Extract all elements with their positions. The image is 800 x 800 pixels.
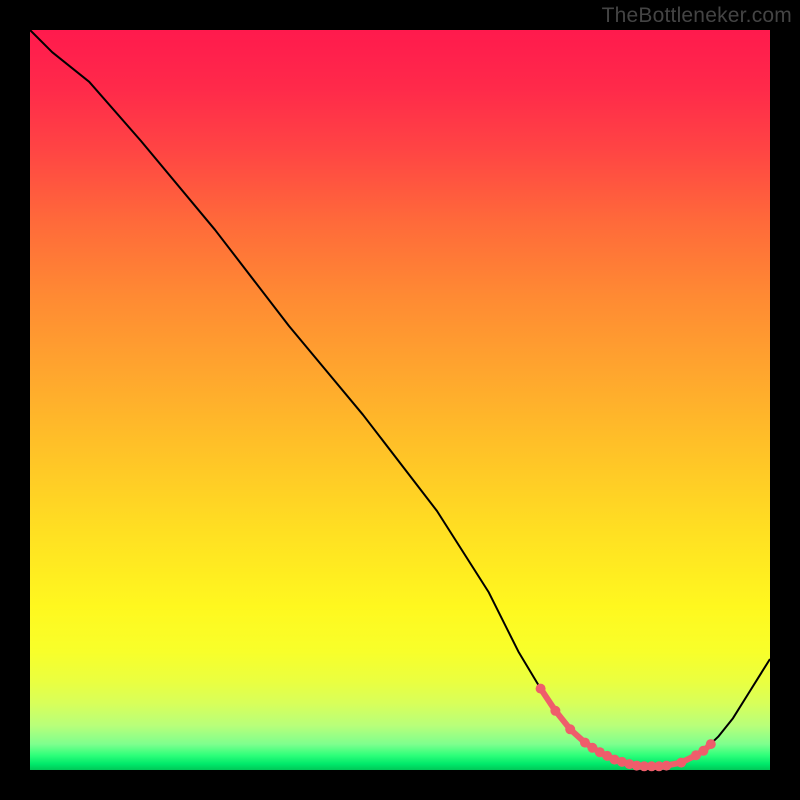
curve-path	[30, 30, 770, 766]
marker-dot	[565, 724, 575, 734]
bottleneck-curve	[30, 30, 770, 770]
marker-dot	[698, 746, 708, 756]
marker-dot	[550, 706, 560, 716]
plot-area	[30, 30, 770, 770]
marker-dot	[676, 758, 686, 768]
watermark-text: TheBottleneker.com	[602, 4, 792, 28]
chart-frame: TheBottleneker.com	[0, 0, 800, 800]
marker-dot	[661, 761, 671, 771]
marker-dot	[536, 684, 546, 694]
marker-dot	[706, 739, 716, 749]
